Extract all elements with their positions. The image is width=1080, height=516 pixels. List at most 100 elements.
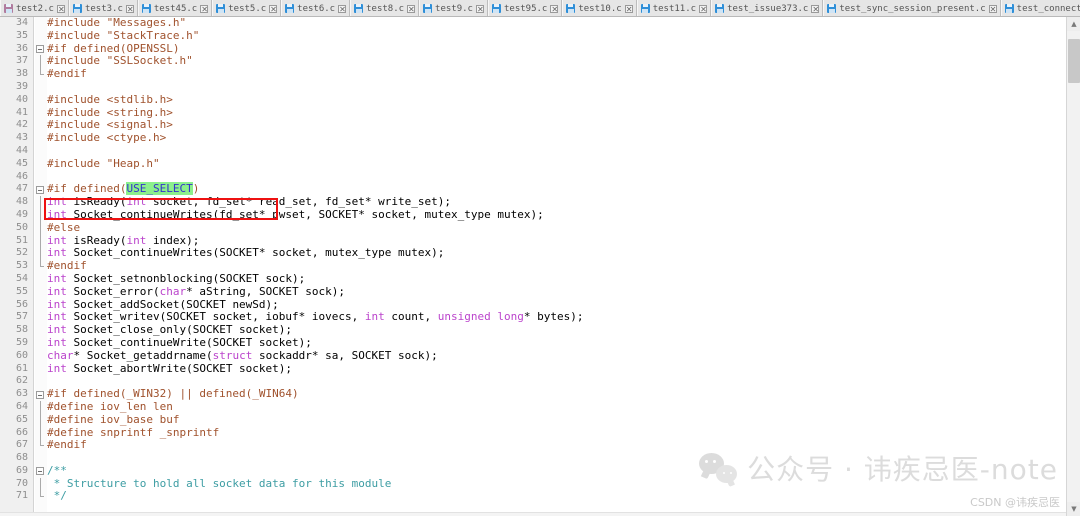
fold-guide-line (40, 221, 41, 235)
scrollbar-thumb[interactable] (1068, 39, 1080, 83)
fold-marker[interactable] (35, 183, 47, 196)
code-line[interactable]: int Socket_abortWrite(SOCKET socket); (47, 362, 1066, 376)
scroll-down-arrow-icon[interactable]: ▼ (1067, 502, 1080, 516)
code-line[interactable]: #include "Messages.h" (47, 17, 1066, 30)
close-icon[interactable]: ✕ (550, 4, 559, 13)
tab-test-connect-destroy-c[interactable]: test_connect_destroy.c✕ (1000, 0, 1080, 16)
fold-marker (35, 221, 47, 235)
code-token: #if defined( (47, 182, 127, 196)
code-line[interactable] (47, 81, 1066, 94)
code-folding-gutter[interactable] (35, 17, 47, 516)
close-icon[interactable]: ✕ (200, 4, 209, 13)
code-line[interactable]: */ (47, 490, 1066, 503)
line-number: 71 (15, 490, 28, 502)
code-line[interactable]: #include <string.h> (47, 105, 1066, 120)
close-icon[interactable]: ✕ (475, 4, 484, 13)
code-line[interactable]: #include <stdlib.h> (47, 93, 1066, 107)
code-token: sockaddr* sa, SOCKET sock); (252, 348, 438, 362)
code-line[interactable]: #else (47, 221, 1066, 235)
close-icon[interactable]: ✕ (125, 4, 134, 13)
fold-collapse-icon[interactable] (36, 467, 44, 476)
code-line[interactable] (47, 171, 1066, 184)
code-token: #include <ctype.h> (47, 131, 167, 145)
fold-collapse-icon[interactable] (36, 390, 44, 399)
close-icon[interactable]: ✕ (56, 4, 65, 13)
code-token: unsigned long (437, 310, 524, 324)
fold-guide-line (40, 413, 41, 427)
code-line[interactable]: int Socket_continueWrites(SOCKET* socket… (47, 246, 1066, 260)
tab-label: test8.c (366, 3, 405, 14)
line-number-gutter: 34 35 36 37 38 39 40 41 42 43 44 45 46 47 48 49 50 51 52 53… (0, 17, 34, 516)
code-line[interactable]: #include <ctype.h> (47, 131, 1066, 145)
code-token: * aString, SOCKET sock); (186, 284, 346, 298)
line-number: 64 (15, 400, 28, 412)
close-icon[interactable]: ✕ (269, 4, 278, 13)
code-line[interactable]: #endif (47, 438, 1066, 452)
code-line[interactable]: int Socket_continueWrites(fd_set* pwset,… (47, 207, 1066, 222)
tab-label: test45.c (153, 3, 198, 14)
code-line[interactable]: #include "SSLSocket.h" (47, 54, 1066, 68)
line-number: 69 (15, 464, 28, 476)
horizontal-scrollbar[interactable] (0, 512, 1066, 516)
fold-marker (35, 171, 47, 184)
code-line[interactable] (47, 145, 1066, 158)
line-number: 62 (15, 375, 28, 387)
code-line[interactable]: #define snprintf _snprintf (47, 426, 1066, 440)
vertical-scrollbar[interactable]: ▲ ▼ (1066, 17, 1080, 516)
code-line[interactable]: #if defined(_WIN32) || defined(_WIN64) (47, 387, 1066, 401)
csdn-credit: CSDN @讳疾忌医 (970, 496, 1060, 509)
code-token: int (47, 310, 67, 324)
tab-test6-c[interactable]: test6.c ✕ (281, 0, 351, 16)
close-icon[interactable]: ✕ (407, 4, 416, 13)
tab-test2-c[interactable]: test2.c ✕ (0, 0, 69, 16)
fold-end-marker (40, 490, 44, 498)
tab-test-issue373-c[interactable]: test_issue373.c ✕ (711, 0, 824, 16)
fold-marker[interactable] (35, 43, 47, 56)
code-line[interactable]: #include <signal.h> (47, 118, 1066, 132)
code-line[interactable]: #include "StackTrace.h" (47, 28, 1066, 43)
code-text-area[interactable]: #include "Messages.h" #include "StackTrac… (47, 17, 1066, 516)
line-number: 65 (15, 413, 28, 425)
line-number: 66 (15, 426, 28, 438)
tab-test95-c[interactable]: test95.c ✕ (487, 0, 563, 16)
line-number: 44 (15, 144, 28, 156)
code-token: int (47, 207, 67, 221)
code-line[interactable]: #if defined(OPENSSL) (47, 42, 1066, 56)
fold-marker (35, 350, 47, 363)
code-line[interactable]: * Structure to hold all socket data for … (47, 477, 1066, 491)
code-token: Socket_close_only(SOCKET socket); (66, 323, 293, 337)
close-icon[interactable]: ✕ (338, 4, 347, 13)
file-icon (4, 4, 13, 13)
fold-marker (35, 273, 47, 286)
tab-test10-c[interactable]: test10.c ✕ (562, 0, 637, 16)
tab-test11-c[interactable]: test11.c ✕ (636, 0, 712, 16)
code-token: #include "StackTrace.h" (47, 28, 200, 42)
code-line[interactable] (47, 452, 1066, 465)
fold-marker (35, 30, 47, 43)
tab-label: test10.c (578, 3, 622, 14)
fold-collapse-icon[interactable] (36, 45, 44, 54)
file-icon (354, 4, 364, 13)
fold-collapse-icon[interactable] (36, 185, 44, 194)
tab-test5-c[interactable]: test5.c ✕ (212, 0, 282, 16)
fold-marker[interactable] (35, 465, 47, 478)
tab-test45-c[interactable]: test45.c ✕ (137, 0, 213, 16)
scroll-up-arrow-icon[interactable]: ▲ (1067, 17, 1080, 31)
tab-test9-c[interactable]: test9.c ✕ (419, 0, 488, 16)
tab-test-sync-session-present-c[interactable]: test_sync_session_present.c ✕ (823, 0, 1001, 16)
close-icon[interactable]: ✕ (811, 4, 820, 13)
code-token: #include <string.h> (47, 105, 173, 119)
tab-test3-c[interactable]: test3.c ✕ (68, 0, 138, 16)
fold-marker[interactable] (35, 388, 47, 401)
code-line[interactable]: #endif (47, 67, 1066, 81)
close-icon[interactable]: ✕ (624, 4, 633, 13)
close-icon[interactable]: ✕ (988, 4, 997, 13)
tab-label: test_sync_session_present.c (839, 3, 986, 14)
close-icon[interactable]: ✕ (699, 4, 708, 13)
code-line[interactable]: #define iov_len len (47, 400, 1066, 414)
code-line[interactable]: #include "Heap.h" (47, 157, 1066, 171)
fold-marker (35, 81, 47, 94)
tab-test8-c[interactable]: test8.c ✕ (350, 0, 420, 16)
code-editor[interactable]: 34 35 36 37 38 39 40 41 42 43 44 45 46 47 48 49 50 51 52 53… (0, 17, 1080, 516)
fold-marker (35, 208, 47, 222)
